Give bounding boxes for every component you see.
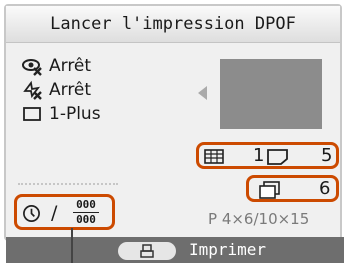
callout-pointer [71,228,73,263]
red-eye-setting[interactable]: Arrêt [22,55,91,77]
dpof-print-screen: Lancer l'impression DPOF Arrêt Arrêt 1-P… [0,0,344,263]
sheets-icon [259,181,280,199]
image-preview [220,59,322,129]
layout-icon [23,107,41,121]
print-button-icon [140,244,154,258]
index-print-icon [204,149,224,164]
print-button[interactable] [118,242,176,260]
file-number-top: 000 [76,198,96,211]
footer-bar: Imprimer [6,237,344,263]
date-separator: / [51,202,58,224]
print-action-label: Imprimer [189,240,267,259]
sheets-box: 6 [246,175,339,202]
sheets-count: 6 [319,178,331,199]
file-number-bottom: 000 [76,213,96,226]
red-eye-value: Arrêt [49,56,92,76]
index-count: 1 [253,145,265,166]
paper-size: P 4×6/10×15 [208,210,310,228]
date-file-number-box[interactable]: / 000 000 [14,194,115,230]
layout-value: 1-Plus [49,104,101,124]
dpof-count-box: 1 5 [196,142,339,169]
file-number-icon: 000 000 [71,199,101,226]
page-title: Lancer l'impression DPOF [6,6,340,43]
print-count: 5 [321,145,333,166]
image-optimize-setting[interactable]: Arrêt [22,79,91,101]
image-optimize-value: Arrêt [49,80,92,100]
print-icon [267,149,288,165]
previous-arrow-icon[interactable] [198,86,207,100]
image-optimize-icon [23,80,42,100]
date-icon [23,205,40,222]
divider [18,183,118,185]
layout-setting[interactable]: 1-Plus [22,103,101,125]
red-eye-icon [22,59,42,76]
